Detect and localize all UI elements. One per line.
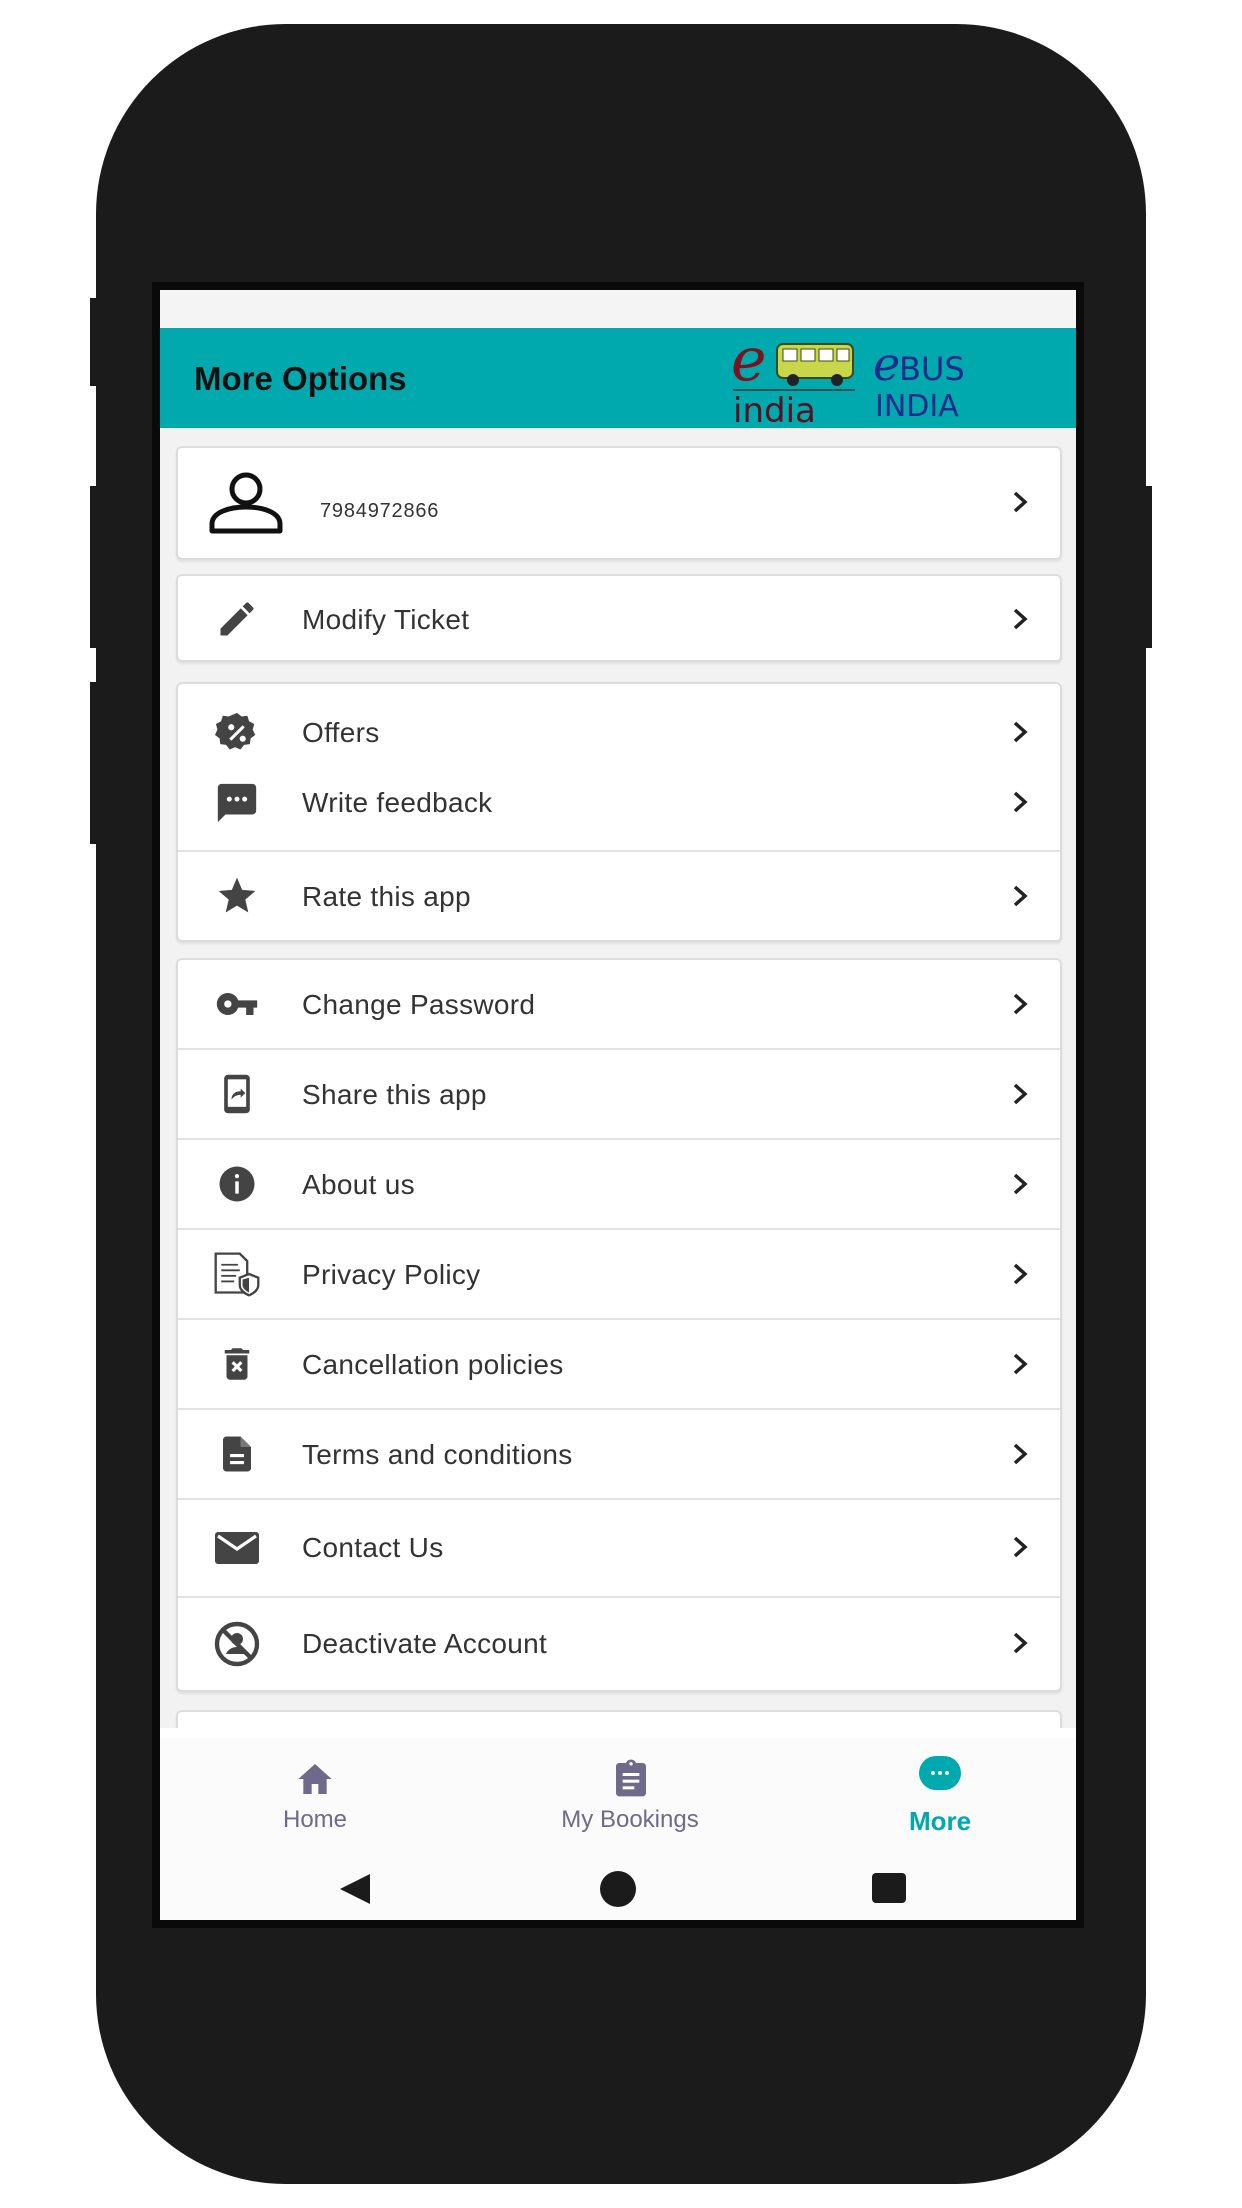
- menu-item-rate-this-app[interactable]: Rate this app: [178, 852, 1060, 940]
- menu-item-contact-us[interactable]: Contact Us: [178, 1500, 1060, 1596]
- menu-item-change-password[interactable]: Change Password: [178, 960, 1060, 1048]
- menu-item-label: Contact Us: [302, 1532, 444, 1563]
- menu-item-label: Modify Ticket: [302, 604, 470, 635]
- options-list: 7984972866 Modify Ticket Offers Write fe…: [160, 428, 1076, 1728]
- menu-item-label: Change Password: [302, 989, 536, 1020]
- chevron-right-icon: [1010, 984, 1032, 1024]
- nav-more[interactable]: More: [880, 1738, 1000, 1858]
- menu-item-offers[interactable]: Offers: [178, 698, 1060, 768]
- page-title: More Options: [194, 360, 407, 397]
- chevron-right-icon: [1010, 1434, 1032, 1474]
- chevron-right-icon: [1010, 1527, 1032, 1567]
- chevron-right-icon: [1010, 876, 1032, 916]
- svg-text:INDIA: INDIA: [875, 389, 959, 424]
- chevron-right-icon: [1010, 1344, 1032, 1384]
- recents-square-icon[interactable]: [872, 1873, 906, 1903]
- menu-item-write-feedback[interactable]: Write feedback: [178, 768, 1060, 838]
- ebus-india-logo: e india e BUS INDIA: [725, 325, 995, 431]
- clipboard-icon: [611, 1758, 651, 1803]
- side-button-left-1: [90, 298, 104, 386]
- side-button-left-2: [90, 486, 104, 648]
- nav-label: My Bookings: [561, 1806, 699, 1833]
- menu-group-4-partial: [176, 1710, 1062, 1728]
- more-dots-icon: [919, 1756, 961, 1790]
- menu-item-label: Offers: [302, 717, 380, 748]
- menu-item-label: Cancellation policies: [302, 1349, 564, 1380]
- menu-item-label: Share this app: [302, 1079, 487, 1110]
- discount-badge-icon: [212, 708, 262, 758]
- side-button-right: [1140, 486, 1152, 648]
- chevron-right-icon: [1010, 1074, 1032, 1114]
- menu-item-label: About us: [302, 1169, 415, 1200]
- app-bar: More Options e india e BUS INDIA: [160, 325, 1076, 431]
- chevron-right-icon: [1010, 1623, 1032, 1663]
- menu-item-share-this-app[interactable]: Share this app: [178, 1050, 1060, 1138]
- chevron-right-icon: [1010, 482, 1032, 527]
- nav-label: Home: [282, 1806, 348, 1833]
- deactivate-icon: [212, 1619, 262, 1669]
- chat-icon: [212, 778, 262, 828]
- home-icon: [295, 1762, 335, 1801]
- menu-item-privacy-policy[interactable]: Privacy Policy: [178, 1230, 1060, 1318]
- menu-item-about-us[interactable]: About us: [178, 1140, 1060, 1228]
- menu-item-modify-ticket[interactable]: Modify Ticket: [178, 576, 1060, 662]
- document-icon: [212, 1429, 262, 1479]
- share-phone-icon: [212, 1069, 262, 1119]
- mail-icon: [212, 1523, 262, 1573]
- info-icon: [212, 1159, 262, 1209]
- pencil-icon: [212, 594, 262, 644]
- chevron-right-icon: [1010, 712, 1032, 752]
- menu-item-terms-and-conditions[interactable]: Terms and conditions: [178, 1410, 1060, 1498]
- menu-item-cancellation-policies[interactable]: Cancellation policies: [178, 1320, 1060, 1408]
- menu-item-label: Write feedback: [302, 787, 493, 818]
- menu-group-2: Offers Write feedback Rate this app: [176, 682, 1062, 942]
- menu-item-label: Deactivate Account: [302, 1628, 548, 1659]
- system-navigation-bar: [160, 1858, 1076, 1920]
- chevron-right-icon: [1010, 1254, 1032, 1294]
- chevron-right-icon: [1010, 782, 1032, 822]
- star-icon: [212, 871, 262, 921]
- menu-item-label: Rate this app: [302, 881, 471, 912]
- chevron-right-icon: [1010, 599, 1032, 639]
- bottom-navigation: Home My Bookings More: [160, 1738, 1076, 1858]
- back-triangle-icon[interactable]: [336, 1872, 372, 1911]
- menu-group-3: Change Password Share this app About us …: [176, 958, 1062, 1692]
- home-circle-icon[interactable]: [600, 1871, 636, 1907]
- person-icon: [208, 472, 284, 534]
- side-button-left-3: [90, 682, 104, 844]
- svg-text:india: india: [733, 391, 816, 426]
- privacy-doc-icon: [212, 1249, 262, 1299]
- trash-x-icon: [212, 1339, 262, 1389]
- nav-home[interactable]: Home: [250, 1738, 380, 1858]
- nav-my-bookings[interactable]: My Bookings: [538, 1738, 722, 1858]
- profile-phone: 7984972866: [320, 500, 440, 522]
- menu-group-1: Modify Ticket: [176, 574, 1062, 662]
- menu-item-deactivate-account[interactable]: Deactivate Account: [178, 1598, 1060, 1690]
- menu-item-label: Terms and conditions: [302, 1439, 573, 1470]
- svg-text:e: e: [731, 330, 767, 395]
- menu-item-label: Privacy Policy: [302, 1259, 481, 1290]
- app-screen: More Options e india e BUS INDIA 7984972…: [160, 290, 1076, 1920]
- status-bar: [160, 290, 1076, 328]
- svg-text:e: e: [873, 337, 900, 391]
- svg-text:BUS: BUS: [899, 350, 965, 388]
- chevron-right-icon: [1010, 1164, 1032, 1204]
- profile-card[interactable]: 7984972866: [176, 446, 1062, 560]
- key-icon: [212, 979, 262, 1029]
- nav-label: More: [908, 1806, 972, 1836]
